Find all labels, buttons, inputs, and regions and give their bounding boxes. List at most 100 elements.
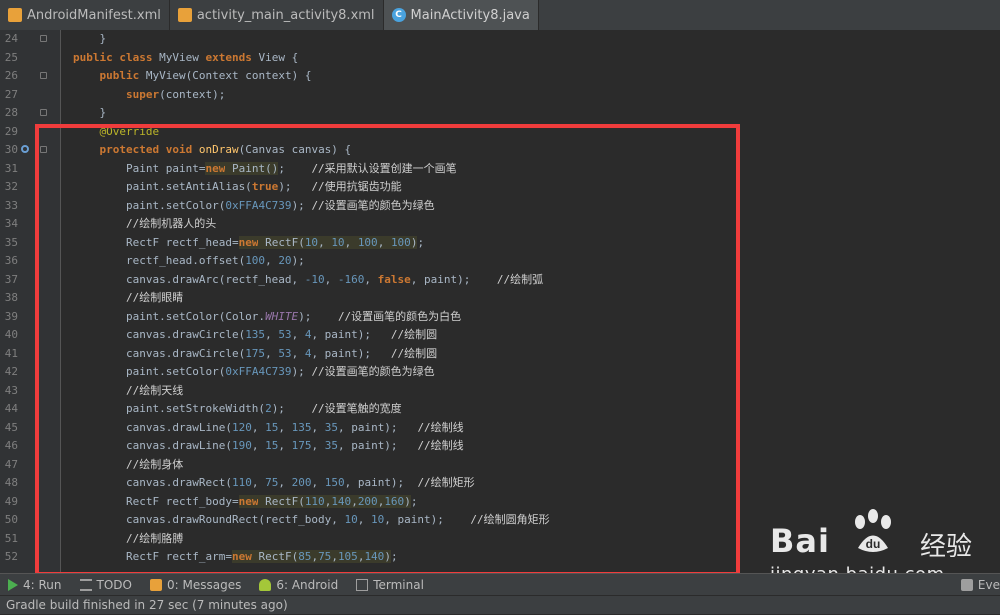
android-icon xyxy=(259,579,272,591)
fold-marker-icon[interactable] xyxy=(40,72,47,79)
code-line[interactable]: 44 paint.setStrokeWidth(2); //设置笔触的宽度 xyxy=(0,400,1000,419)
fold-marker-icon[interactable] xyxy=(40,109,47,116)
code-text: paint.setColor(0xFFA4C739); //设置画笔的颜色为绿色 xyxy=(73,365,435,378)
code-text: canvas.drawRoundRect(rectf_body, 10, 10,… xyxy=(73,513,550,526)
code-text: RectF rectf_arm=new RectF(85,75,105,140)… xyxy=(73,550,398,563)
line-number: 25 xyxy=(4,50,18,64)
tool-window-android[interactable]: 6: Android xyxy=(259,578,338,592)
code-text: super(context); xyxy=(125,87,226,101)
status-message: Gradle build finished in 27 sec (7 minut… xyxy=(6,598,288,612)
code-line[interactable]: 35 RectF rectf_head=new RectF(10, 10, 10… xyxy=(0,234,1000,253)
xml-file-icon xyxy=(8,8,22,22)
line-number: 29 xyxy=(4,124,18,138)
fold-marker-icon[interactable] xyxy=(40,35,47,42)
line-number: 27 xyxy=(4,87,18,101)
tab-androidmanifest-xml[interactable]: AndroidManifest.xml xyxy=(0,0,170,30)
status-bar: Gradle build finished in 27 sec (7 minut… xyxy=(0,595,1000,614)
line-number: 43 xyxy=(4,383,18,397)
code-line[interactable]: 46 canvas.drawLine(190, 15, 175, 35, pai… xyxy=(0,437,1000,456)
code-line[interactable]: 33 paint.setColor(0xFFA4C739); //设置画笔的颜色… xyxy=(0,197,1000,216)
override-method-icon[interactable] xyxy=(21,145,29,153)
code-line[interactable]: 34 //绘制机器人的头 xyxy=(0,215,1000,234)
line-number: 39 xyxy=(4,309,18,323)
code-line[interactable]: 24 } xyxy=(0,30,1000,49)
code-line[interactable]: 43 //绘制天线 xyxy=(0,382,1000,401)
run-icon xyxy=(8,579,18,591)
code-line[interactable]: 39 paint.setColor(Color.WHITE); //设置画笔的颜… xyxy=(0,308,1000,327)
tab-activity-main-activity8-xml[interactable]: activity_main_activity8.xml xyxy=(170,0,384,30)
line-number: 26 xyxy=(4,69,18,82)
code-line[interactable]: 25 public class MyView extends View { xyxy=(0,49,1000,68)
code-text: paint.setAntiAlias(true); //使用抗锯齿功能 xyxy=(73,180,402,193)
tool-window-messages[interactable]: 0: Messages xyxy=(149,578,242,592)
code-line[interactable]: 27 super(context); xyxy=(0,86,1000,105)
line-number: 37 xyxy=(4,272,18,286)
code-text: paint.setColor(0xFFA4C739); //设置画笔的颜色为绿色 xyxy=(73,198,435,212)
line-number: 49 xyxy=(4,494,18,508)
tab-label: activity_main_activity8.xml xyxy=(196,7,375,23)
messages-icon xyxy=(149,579,162,591)
tool-window-todo[interactable]: TODO xyxy=(79,578,132,592)
tool-window-label: 6: Android xyxy=(276,578,339,592)
line-number: 24 xyxy=(4,32,18,45)
tool-window-label: 0: Messages xyxy=(166,578,242,592)
code-text: rectf_head.offset(100, 20); xyxy=(73,254,305,267)
code-line[interactable]: 48 canvas.drawRect(110, 75, 200, 150, pa… xyxy=(0,474,1000,493)
code-text: paint.setColor(Color.WHITE); //设置画笔的颜色为白… xyxy=(73,309,462,323)
fold-marker-icon[interactable] xyxy=(40,146,47,153)
java-class-icon: C xyxy=(391,8,406,22)
code-line[interactable]: 45 canvas.drawLine(120, 15, 135, 35, pai… xyxy=(0,419,1000,438)
code-text: //绘制机器人的头 xyxy=(125,217,217,230)
tab-label: MainActivity8.java xyxy=(410,7,530,23)
line-number: 38 xyxy=(4,291,18,304)
code-editor[interactable]: 24 } 25 public class MyView extends View {… xyxy=(0,30,1000,573)
line-number: 33 xyxy=(4,198,18,212)
line-number: 28 xyxy=(4,106,18,119)
line-number: 48 xyxy=(4,476,18,489)
code-line[interactable]: 51 //绘制胳膊 xyxy=(0,530,1000,549)
tool-window-label: Terminal xyxy=(373,578,424,592)
code-text: public class MyView extends View { xyxy=(73,50,299,64)
code-text: //绘制眼睛 xyxy=(125,291,184,304)
code-text: //绘制天线 xyxy=(125,383,184,397)
code-line[interactable]: 29 @Override xyxy=(0,123,1000,142)
code-line[interactable]: 49 RectF rectf_body=new RectF(110,140,20… xyxy=(0,493,1000,512)
code-text: RectF rectf_head=new RectF(10, 10, 100, … xyxy=(73,235,425,249)
event-log-icon xyxy=(960,579,973,591)
code-line[interactable]: 26 public MyView(Context context) { xyxy=(0,67,1000,86)
code-line[interactable]: 52 RectF rectf_arm=new RectF(85,75,105,1… xyxy=(0,548,1000,567)
code-line[interactable]: 37 canvas.drawArc(rectf_head, -10, -160,… xyxy=(0,271,1000,290)
code-line[interactable]: 30 protected void onDraw(Canvas canvas) … xyxy=(0,141,1000,160)
tool-window-label: 4: Run xyxy=(23,578,62,592)
code-line[interactable]: 31 Paint paint=new Paint(); //采用默认设置创建一个… xyxy=(0,160,1000,179)
code-line[interactable]: 47 //绘制身体 xyxy=(0,456,1000,475)
code-text: canvas.drawCircle(175, 53, 4, paint); //… xyxy=(73,346,438,360)
code-line[interactable]: 42 paint.setColor(0xFFA4C739); //设置画笔的颜色… xyxy=(0,363,1000,382)
line-number: 52 xyxy=(4,550,18,563)
code-text: //绘制身体 xyxy=(125,457,184,471)
code-text: canvas.drawLine(120, 15, 135, 35, paint)… xyxy=(73,420,464,434)
code-line[interactable]: 41 canvas.drawCircle(175, 53, 4, paint);… xyxy=(0,345,1000,364)
code-line[interactable]: 32 paint.setAntiAlias(true); //使用抗锯齿功能 xyxy=(0,178,1000,197)
terminal-icon xyxy=(356,579,369,591)
line-number: 36 xyxy=(4,254,18,267)
line-number: 42 xyxy=(4,365,18,378)
line-number: 34 xyxy=(4,217,18,230)
code-text: public MyView(Context context) { xyxy=(99,69,312,82)
code-line[interactable]: 36 rectf_head.offset(100, 20); xyxy=(0,252,1000,271)
line-number: 45 xyxy=(4,420,18,434)
tool-window-terminal[interactable]: Terminal xyxy=(356,578,424,592)
code-line[interactable]: 28 } xyxy=(0,104,1000,123)
code-line[interactable]: 50 canvas.drawRoundRect(rectf_body, 10, … xyxy=(0,511,1000,530)
tab-mainactivity8-java[interactable]: C MainActivity8.java xyxy=(383,0,539,30)
tool-window-run[interactable]: 4: Run xyxy=(8,578,62,592)
code-line[interactable]: 38 //绘制眼睛 xyxy=(0,289,1000,308)
event-log-label: Eve xyxy=(977,578,1000,592)
code-text: //绘制胳膊 xyxy=(125,531,184,545)
code-text: RectF rectf_body=new RectF(110,140,200,1… xyxy=(73,494,418,508)
code-text: paint.setStrokeWidth(2); //设置笔触的宽度 xyxy=(73,402,402,415)
line-number: 51 xyxy=(4,531,18,545)
line-number: 35 xyxy=(4,235,18,249)
code-line[interactable]: 40 canvas.drawCircle(135, 53, 4, paint);… xyxy=(0,326,1000,345)
tool-window-event-log[interactable]: Eve xyxy=(960,578,1000,592)
